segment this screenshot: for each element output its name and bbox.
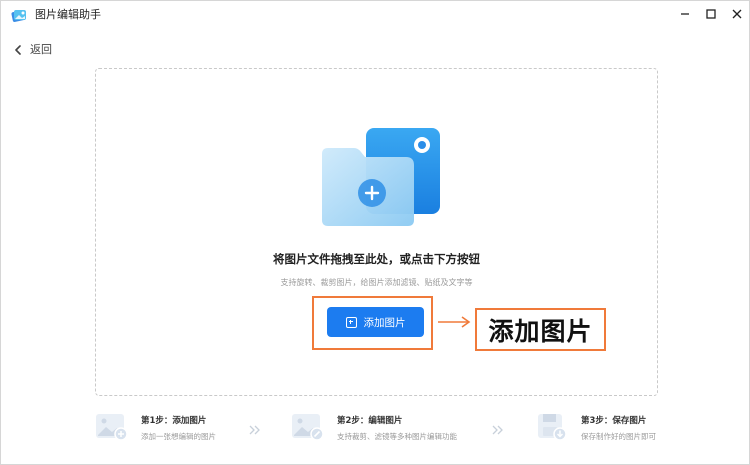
- arrow-right-icon: [438, 316, 471, 328]
- step-1-title: 第1步：添加图片: [141, 416, 207, 426]
- maximize-icon: [706, 9, 716, 19]
- double-chevron-right-icon: [492, 425, 503, 435]
- add-image-button-label: 添加图片: [363, 316, 406, 329]
- add-image-button[interactable]: 添加图片: [327, 307, 424, 337]
- step-2-title: 第2步：编辑图片: [337, 416, 403, 426]
- close-button[interactable]: [726, 5, 748, 23]
- maximize-button[interactable]: [700, 5, 722, 23]
- back-button[interactable]: 返回: [14, 42, 52, 58]
- title-bar: 图片编辑助手: [1, 1, 749, 29]
- close-icon: [732, 9, 742, 19]
- chevron-left-icon: [15, 45, 21, 55]
- app-logo-icon: [11, 10, 26, 22]
- minimize-button[interactable]: [674, 5, 696, 23]
- step-2-desc: 支持裁剪、滤镜等多种图片编辑功能: [337, 432, 457, 441]
- image-edit-icon: [292, 414, 324, 441]
- step-1-desc: 添加一张想编辑的图片: [141, 432, 216, 441]
- drop-zone-subtext: 支持旋转、裁剪图片，给图片添加滤镜、贴纸及文字等: [280, 278, 473, 287]
- callout-label: 添加图片: [475, 308, 606, 351]
- step-3-desc: 保存制作好的图片即可: [581, 432, 656, 441]
- step-3-title: 第3步：保存图片: [581, 416, 647, 426]
- plus-square-icon: [345, 316, 357, 328]
- double-chevron-right-icon: [249, 425, 260, 435]
- app-title: 图片编辑助手: [35, 8, 101, 21]
- back-label: 返回: [30, 43, 52, 56]
- image-add-icon: [96, 414, 128, 441]
- minimize-icon: [681, 13, 689, 15]
- drop-zone-heading: 将图片文件拖拽至此处，或点击下方按钮: [273, 252, 480, 266]
- app-window: 图片编辑助手 返回 将图片文件拖拽至此处，或点击下方按钮 支持旋转、裁剪图片，给…: [0, 0, 750, 465]
- save-download-icon: [538, 414, 567, 441]
- folder-add-image-icon: [322, 128, 440, 226]
